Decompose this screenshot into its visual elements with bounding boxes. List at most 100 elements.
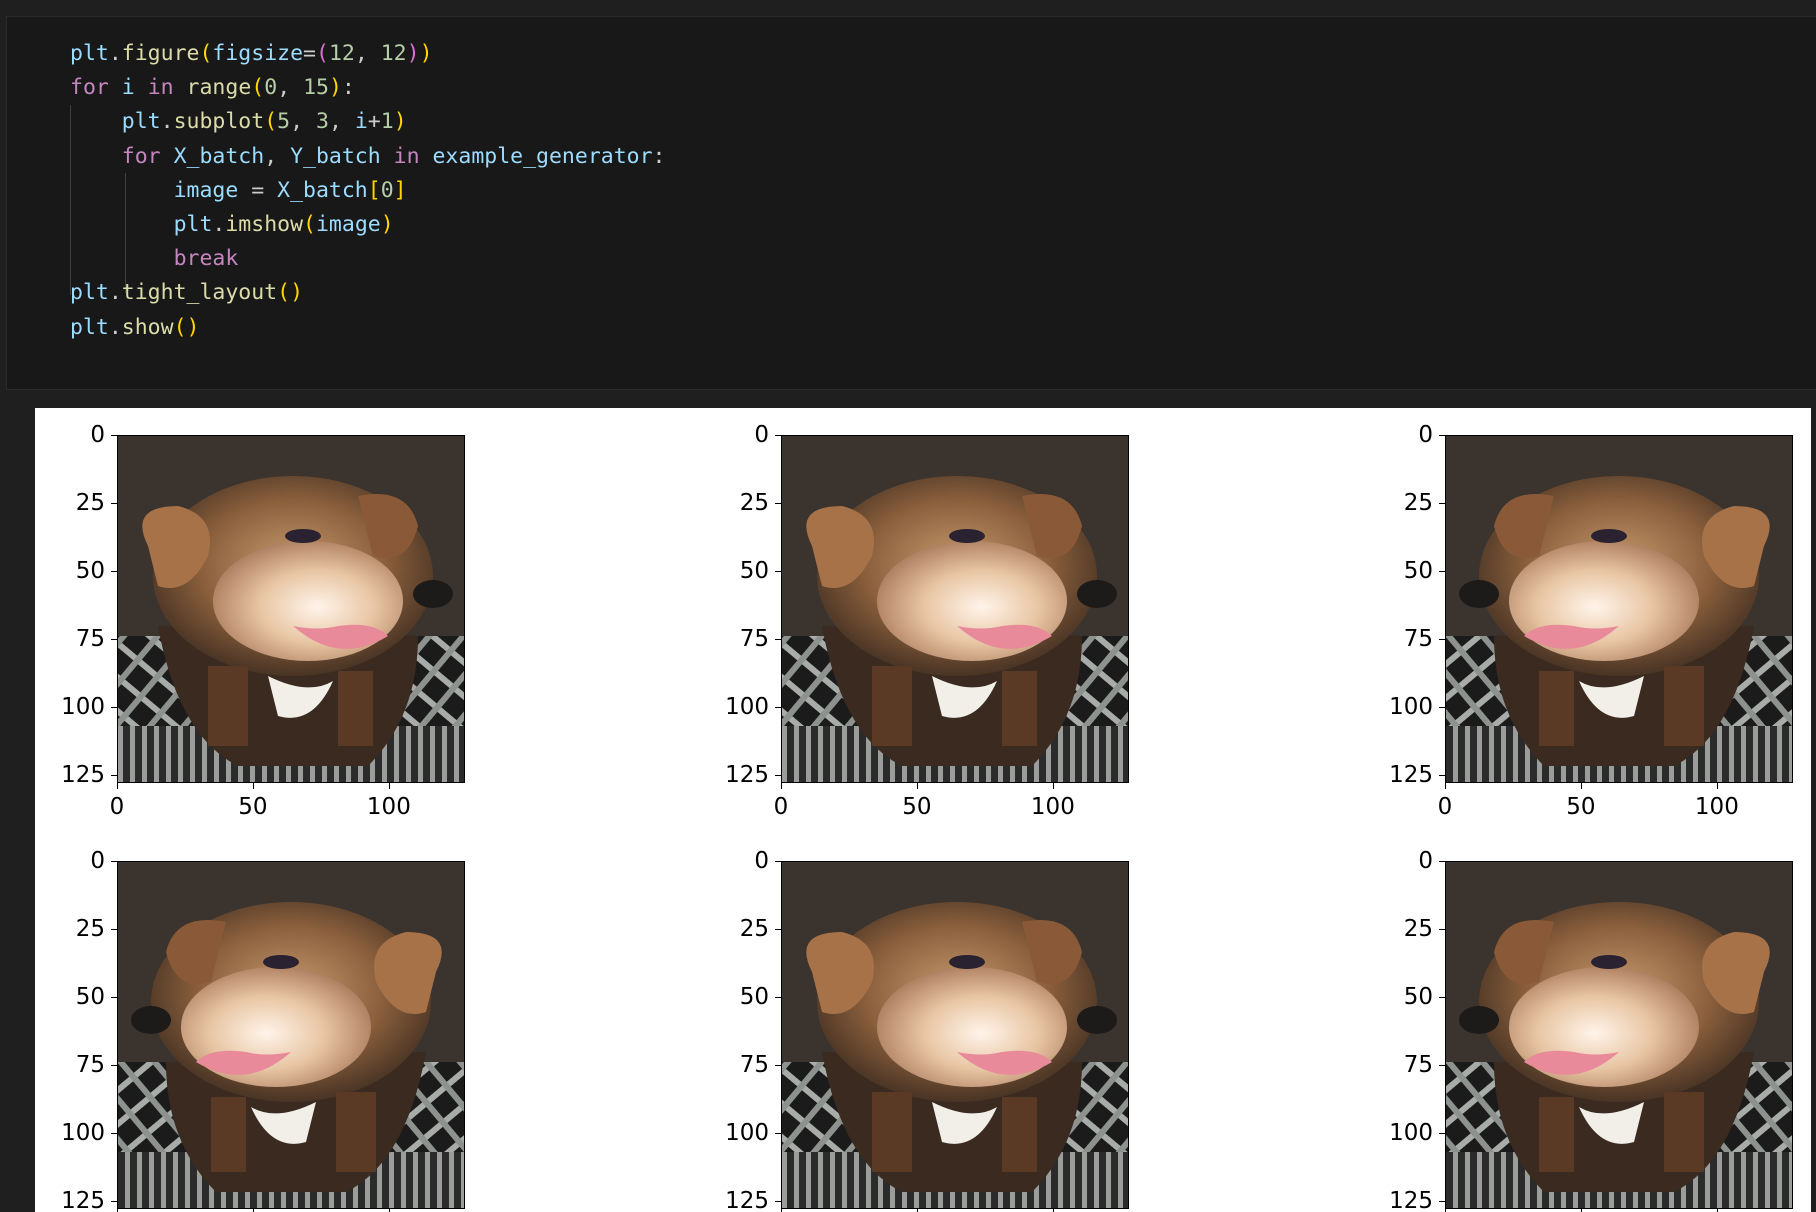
- y-tick: [775, 1064, 781, 1066]
- x-tick-label: 100: [1030, 794, 1075, 820]
- code-line: for X_batch, Y_batch in example_generato…: [121, 143, 666, 169]
- plot-axes: [117, 435, 465, 783]
- dog-image: [1446, 436, 1792, 782]
- y-tick-label: 0: [1418, 422, 1433, 448]
- y-tick-label: 125: [61, 761, 105, 788]
- x-tick-label: 50: [1566, 794, 1596, 820]
- y-tick: [775, 861, 781, 862]
- y-tick: [775, 774, 781, 776]
- y-tick: [775, 996, 781, 998]
- y-tick: [111, 861, 117, 862]
- y-tick: [775, 1200, 781, 1202]
- y-tick-label: 0: [754, 848, 769, 874]
- dog-image: [782, 436, 1128, 782]
- y-tick: [1439, 1064, 1445, 1066]
- code-editor[interactable]: plt.figure(figsize=(12, 12)) for i in ra…: [70, 37, 666, 345]
- y-tick: [1439, 502, 1445, 504]
- dog-image: [118, 862, 464, 1208]
- y-tick-label: 100: [61, 693, 105, 720]
- plot-axes: [781, 861, 1129, 1209]
- dog-image: [1446, 862, 1792, 1208]
- y-tick: [775, 435, 781, 436]
- code-line: for i in range(0, 15):: [70, 75, 355, 101]
- dog-image: [118, 436, 464, 782]
- x-tick: [1052, 783, 1054, 789]
- y-tick: [111, 502, 117, 504]
- y-tick-label: 125: [725, 1187, 769, 1212]
- y-tick-label: 100: [1389, 693, 1433, 720]
- y-tick: [111, 774, 117, 776]
- subplot: 0255075100125050100: [699, 834, 1159, 1212]
- x-tick: [388, 783, 390, 789]
- y-tick: [111, 996, 117, 998]
- x-tick: [916, 783, 918, 789]
- y-tick: [775, 570, 781, 572]
- y-tick-label: 25: [739, 915, 769, 942]
- y-tick: [1439, 706, 1445, 708]
- code-line: plt.subplot(5, 3, i+1): [121, 109, 407, 135]
- y-tick-label: 75: [1403, 625, 1433, 652]
- y-tick: [1439, 638, 1445, 640]
- x-tick-label: 100: [1694, 794, 1739, 820]
- code-cell[interactable]: plt.figure(figsize=(12, 12)) for i in ra…: [6, 16, 1816, 390]
- y-tick-label: 25: [1403, 915, 1433, 942]
- y-tick: [111, 1132, 117, 1134]
- y-tick-label: 50: [1403, 983, 1433, 1010]
- y-tick: [1439, 570, 1445, 572]
- x-tick-label: 50: [902, 794, 932, 820]
- subplot: 0255075100125050100: [35, 408, 495, 838]
- y-tick: [111, 706, 117, 708]
- x-tick: [252, 783, 254, 789]
- subplot: 0255075100125050100: [1363, 834, 1811, 1212]
- subplot: 0255075100125050100: [699, 408, 1159, 838]
- y-tick-label: 125: [1389, 1187, 1433, 1212]
- code-line: break: [173, 246, 239, 272]
- plot-axes: [781, 435, 1129, 783]
- y-tick: [1439, 774, 1445, 776]
- subplot: 0255075100125050100: [35, 834, 495, 1212]
- y-tick: [111, 1200, 117, 1202]
- y-tick: [111, 435, 117, 436]
- plot-axes: [1445, 435, 1793, 783]
- y-tick: [111, 570, 117, 572]
- y-tick-label: 0: [90, 422, 105, 448]
- y-tick: [775, 706, 781, 708]
- dog-image: [782, 862, 1128, 1208]
- y-tick-label: 100: [1389, 1119, 1433, 1146]
- y-tick-label: 0: [1418, 848, 1433, 874]
- cell-output: 0 25 50 75 100 125 0 50 100 0 25 50 75 100 125 0 50 100 …: [35, 408, 1811, 1212]
- y-tick-label: 25: [75, 489, 105, 516]
- y-tick: [775, 1132, 781, 1134]
- x-tick: [1580, 783, 1582, 789]
- code-line: image = X_batch[0]: [173, 177, 407, 203]
- y-tick-label: 100: [61, 1119, 105, 1146]
- code-line: plt.show(): [70, 314, 200, 340]
- x-tick: [117, 783, 118, 789]
- y-tick-label: 75: [75, 625, 105, 652]
- y-tick: [1439, 928, 1445, 930]
- y-tick-label: 75: [739, 1051, 769, 1078]
- y-tick-label: 125: [1389, 761, 1433, 788]
- y-tick-label: 25: [75, 915, 105, 942]
- y-tick-label: 125: [61, 1187, 105, 1212]
- y-tick: [775, 502, 781, 504]
- y-tick-label: 0: [754, 422, 769, 448]
- y-tick-label: 50: [739, 557, 769, 584]
- x-tick-label: 0: [773, 794, 789, 820]
- code-line: plt.tight_layout(): [70, 280, 304, 306]
- x-tick-label: 100: [366, 794, 411, 820]
- x-tick: [1716, 783, 1718, 789]
- y-tick-label: 50: [75, 557, 105, 584]
- plot-axes: [1445, 861, 1793, 1209]
- y-tick: [775, 928, 781, 930]
- y-tick-label: 25: [739, 489, 769, 516]
- y-tick-label: 100: [725, 1119, 769, 1146]
- y-tick-label: 0: [90, 848, 105, 874]
- y-tick-label: 75: [1403, 1051, 1433, 1078]
- plot-axes: [117, 861, 465, 1209]
- y-tick-label: 50: [75, 983, 105, 1010]
- subplot: 0255075100125050100: [1363, 408, 1811, 838]
- code-line: plt.imshow(image): [173, 212, 394, 238]
- code-line: plt.figure(figsize=(12, 12)): [70, 41, 433, 66]
- y-tick: [1439, 996, 1445, 998]
